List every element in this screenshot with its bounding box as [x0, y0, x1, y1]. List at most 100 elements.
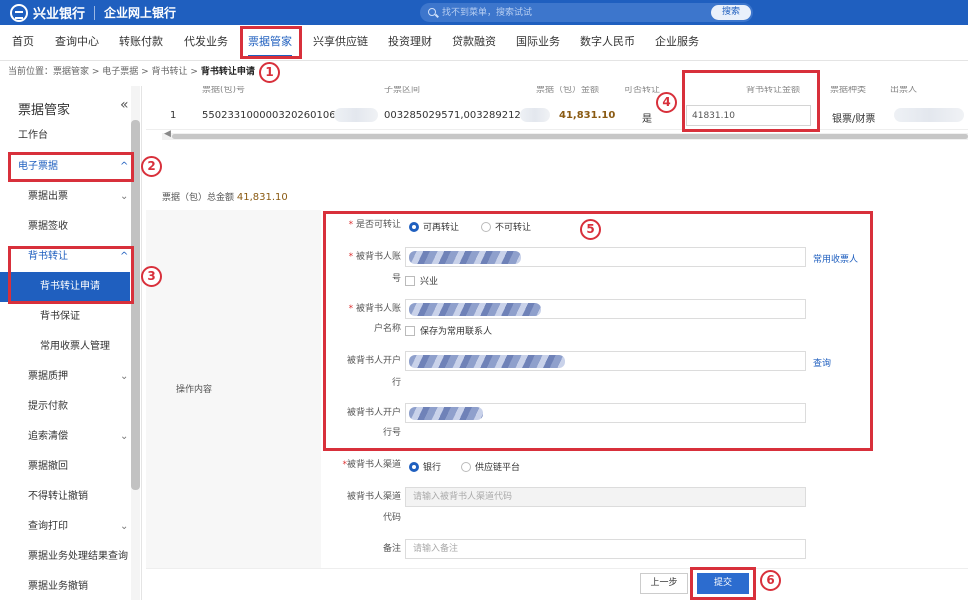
- endorsee-account-label-2: 号: [391, 274, 401, 284]
- endorsee-name-input[interactable]: [405, 299, 806, 319]
- nav-query-center[interactable]: 查询中心: [55, 25, 99, 61]
- sidebar-item-endorsement-guarantee[interactable]: 背书保证: [0, 302, 130, 332]
- sidebar-item-bill-issue[interactable]: 票据出票 ⌄: [0, 182, 130, 212]
- search-input[interactable]: [442, 5, 702, 20]
- frequent-payee-link[interactable]: 常用收票人: [813, 252, 858, 265]
- nav-international[interactable]: 国际业务: [516, 25, 560, 61]
- sidebar-item-label: 电子票据: [18, 161, 58, 172]
- sidebar-item-business-revoke[interactable]: 票据业务撤销: [0, 572, 130, 602]
- checkbox-save-contact[interactable]: 保存为常用联系人: [405, 324, 492, 337]
- endorsee-account-input[interactable]: [405, 247, 806, 267]
- sidebar-item-label: 票据质押: [28, 371, 68, 382]
- chevron-down-icon: ⌄: [120, 191, 129, 202]
- sidebar-item-bill-pledge[interactable]: 票据质押 ⌄: [0, 362, 130, 392]
- endorsee-bank-label: 被背书人开户: [346, 356, 401, 366]
- annotation-4: 4: [656, 92, 677, 113]
- remark-field[interactable]: [405, 539, 806, 559]
- redacted-value: [409, 355, 565, 368]
- main-nav: 首页 查询中心 转账付款 代发业务 票据管家 兴享供应链 投资理财 贷款融资 国…: [0, 25, 968, 61]
- breadcrumb-path[interactable]: 票据管家 > 电子票据 > 背书转让 >: [53, 67, 201, 77]
- bank-query-link[interactable]: 查询: [813, 356, 831, 369]
- logo-divider: [94, 5, 96, 20]
- channel-label: *被背书人渠道: [342, 460, 401, 470]
- endorsee-bank-no-label: 被背书人开户: [346, 408, 401, 418]
- submit-button[interactable]: 提交: [697, 573, 749, 594]
- radio-transferable-no[interactable]: 不可转让: [481, 220, 531, 233]
- collapse-icon[interactable]: «: [120, 97, 129, 113]
- bill-total: 票据（包）总金额 41,831.10: [162, 190, 288, 203]
- table-row: 1 5502331000003202601061​0 003285029571,…: [146, 100, 968, 130]
- radio-checked-icon: [409, 221, 419, 232]
- annotation-2: 2: [141, 156, 162, 177]
- nav-home[interactable]: 首页: [12, 25, 34, 61]
- scroll-left-icon[interactable]: ◀: [164, 129, 171, 139]
- checkbox-cib[interactable]: 兴业: [405, 274, 438, 287]
- radio-channel-supply-chain[interactable]: 供应链平台: [461, 460, 520, 473]
- endorse-amount-input[interactable]: [686, 105, 811, 126]
- nav-bill-manager[interactable]: 票据管家: [248, 25, 292, 61]
- sidebar-item-label: 常用收票人管理: [40, 341, 110, 352]
- sidebar-item-payee-management[interactable]: 常用收票人管理: [0, 332, 130, 362]
- nav-loans[interactable]: 贷款融资: [452, 25, 496, 61]
- redacted-value: [409, 407, 483, 420]
- sidebar-item-endorsement-apply[interactable]: 背书转让申请: [0, 272, 130, 302]
- chevron-down-icon: ⌄: [120, 371, 129, 382]
- redacted-cell: [894, 108, 964, 122]
- channel-code-field[interactable]: [405, 487, 806, 507]
- sidebar-item-recourse[interactable]: 追索清偿 ⌄: [0, 422, 130, 452]
- total-amount: 41,831.10: [236, 192, 288, 203]
- sidebar-item-payment-request[interactable]: 提示付款: [0, 392, 130, 422]
- sidebar-scrollbar-thumb[interactable]: [131, 120, 140, 490]
- sidebar-item-label: 追索清偿: [28, 431, 68, 442]
- nav-supply-chain[interactable]: 兴享供应链: [313, 25, 368, 61]
- sidebar-item-bill-receive[interactable]: 票据签收: [0, 212, 130, 242]
- sidebar-item-non-transferable-revoke[interactable]: 不得转让撤销: [0, 482, 130, 512]
- channel-code-label: 被背书人渠道: [346, 492, 401, 502]
- sidebar-item-label: 票据业务处理结果查询: [28, 551, 128, 562]
- sidebar-item-bill-withdraw[interactable]: 票据撤回: [0, 452, 130, 482]
- nav-transfer[interactable]: 转账付款: [119, 25, 163, 61]
- sidebar-item-query-print[interactable]: 查询打印 ⌄: [0, 512, 130, 542]
- table-header: 票据(包)号 子票区间 票据（包）金额 可否转让 背书转让金额 票据种类 出票人: [146, 86, 968, 98]
- endorsee-name-label: * 被背书人账: [348, 304, 401, 314]
- sidebar-item-e-bill[interactable]: 电子票据 ^: [0, 152, 130, 182]
- nav-payroll[interactable]: 代发业务: [184, 25, 228, 61]
- breadcrumb-current: 背书转让申请: [200, 67, 255, 77]
- sidebar-item-label: 背书转让: [28, 251, 68, 262]
- checkbox-icon: [405, 275, 415, 286]
- total-label: 票据（包）总金额: [162, 193, 237, 203]
- sidebar-item-endorsement[interactable]: 背书转让 ^: [0, 242, 130, 272]
- sidebar-item-workbench[interactable]: 工作台: [0, 121, 130, 151]
- endorsee-bank-input[interactable]: [405, 351, 806, 371]
- nav-digital-rmb[interactable]: 数字人民币: [580, 25, 635, 61]
- search-box: 搜索: [420, 3, 753, 22]
- search-button[interactable]: 搜索: [711, 5, 751, 20]
- sidebar-item-label: 票据撤回: [28, 461, 68, 472]
- bank-logo: 兴业银行 企业网上银行: [10, 3, 176, 22]
- endorsee-bank-label-2: 行: [391, 378, 401, 388]
- radio-channel-bank[interactable]: 银行: [409, 460, 441, 473]
- channel-code-input[interactable]: [406, 488, 805, 506]
- endorsee-name-label-2: 户名称: [373, 324, 401, 334]
- nav-investment[interactable]: 投资理财: [388, 25, 432, 61]
- table-hscrollbar-thumb[interactable]: [172, 134, 968, 139]
- annotation-6: 6: [760, 570, 781, 591]
- nav-enterprise-service[interactable]: 企业服务: [655, 25, 699, 61]
- sidebar: 票据管家 « 工作台 电子票据 ^ 票据出票 ⌄ 票据签收 背书转让 ^ 背书转让申请…: [0, 86, 142, 600]
- row-sub-range: 003285029571,003289212680: [384, 110, 540, 121]
- redacted-value: [409, 251, 521, 264]
- annotation-5: 5: [580, 219, 601, 240]
- remark-input[interactable]: [406, 540, 805, 558]
- remark-label: 备注: [382, 544, 401, 554]
- row-transferable: 是: [642, 114, 652, 125]
- sidebar-item-result-query[interactable]: 票据业务处理结果查询: [0, 542, 130, 572]
- col-sub-range: 子票区间: [384, 86, 421, 95]
- previous-step-button[interactable]: 上一步: [640, 573, 688, 594]
- redacted-cell: [520, 108, 550, 122]
- col-bill-no: 票据(包)号: [202, 86, 246, 95]
- chevron-down-icon: ⌄: [120, 521, 129, 532]
- endorsee-bank-no-input[interactable]: [405, 403, 806, 423]
- radio-checked-icon: [409, 461, 419, 472]
- radio-transferable-yes[interactable]: 可再转让: [409, 220, 459, 233]
- row-bill-type: 银票/财票: [832, 114, 876, 125]
